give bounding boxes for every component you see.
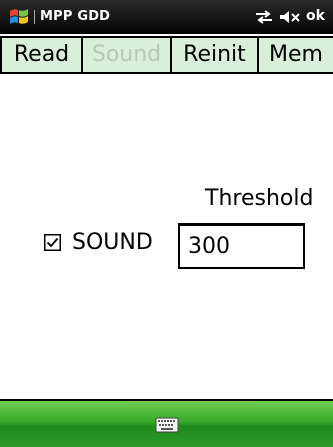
windows-start-icon[interactable] xyxy=(8,6,30,28)
tab-read[interactable]: Read xyxy=(0,36,83,72)
tab-reinit[interactable]: Reinit xyxy=(172,36,259,72)
tab-sound: Sound xyxy=(83,36,172,72)
title-separator xyxy=(34,10,35,24)
ok-button[interactable]: ok xyxy=(306,8,325,24)
sound-checkbox-label[interactable]: SOUND xyxy=(72,230,153,255)
threshold-label: Threshold xyxy=(205,186,314,211)
connectivity-icon[interactable] xyxy=(255,10,273,24)
title-bar: MPP GDD ok xyxy=(0,0,333,34)
softkey-bar xyxy=(0,401,333,447)
keyboard-icon[interactable] xyxy=(155,417,179,433)
volume-muted-icon[interactable] xyxy=(279,10,301,24)
tab-strip: Read Sound Reinit Mem xyxy=(0,34,333,74)
tab-mem[interactable]: Mem xyxy=(259,36,333,72)
sound-checkbox[interactable] xyxy=(44,234,61,251)
threshold-input[interactable] xyxy=(178,223,305,269)
app-title: MPP GDD xyxy=(40,9,111,24)
